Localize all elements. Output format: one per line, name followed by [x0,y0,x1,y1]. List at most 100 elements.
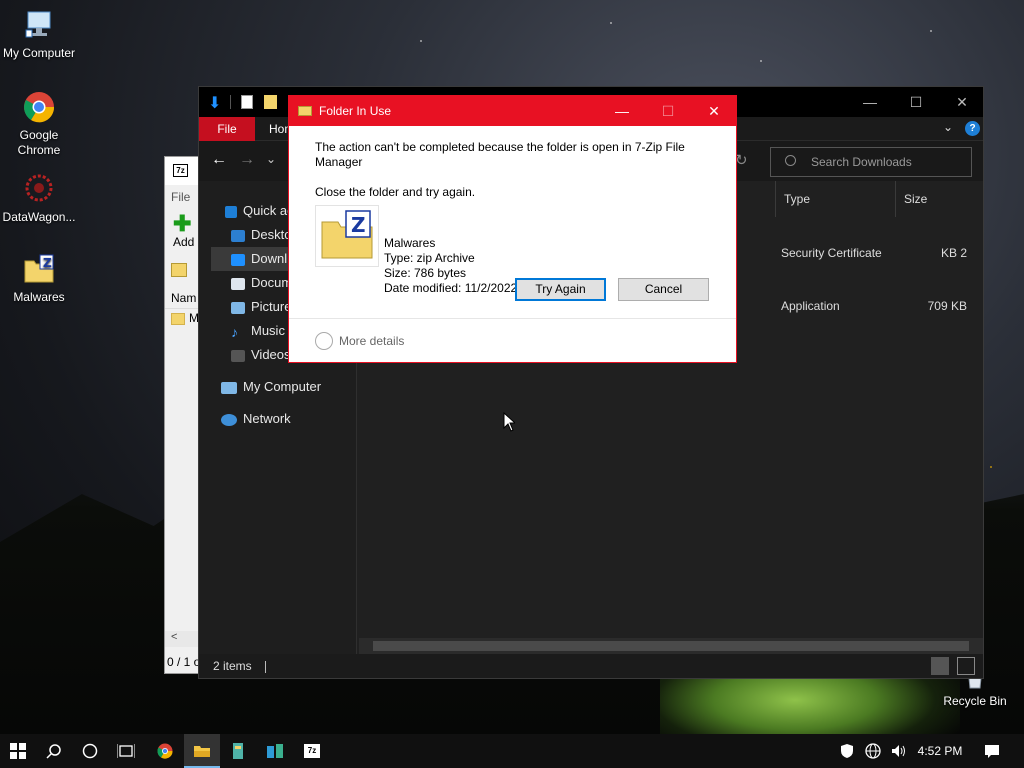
7zip-app-icon: 7z [173,164,188,177]
horizontal-scrollbar[interactable] [359,638,983,654]
shield-icon [841,744,853,758]
nav-label: My Computer [243,379,322,394]
datawagon-icon [22,172,56,206]
row-2-size[interactable]: 709 KB [919,299,967,313]
nav-item-music[interactable]: ♪ Music [231,319,285,343]
nav-item-desktop[interactable]: Deskto [231,223,291,247]
task-view-button[interactable] [108,734,144,768]
speaker-icon [892,745,905,757]
large-icons-view-icon[interactable] [957,657,975,675]
tray-security-icon[interactable] [832,734,862,768]
dialog-instruction: Close the folder and try again. [315,185,476,199]
maximize-button: ☐ [661,103,675,119]
close-button[interactable]: ✕ [939,87,985,117]
7zip-status: 0 / 1 o [167,655,201,669]
nav-item-videos[interactable]: Videos [231,343,291,367]
nav-item-network[interactable]: Network [221,407,291,431]
chrome-icon [22,90,56,124]
help-icon[interactable]: ? [965,121,980,136]
chevron-down-icon[interactable] [315,332,333,350]
close-button[interactable]: ✕ [691,96,737,126]
plus-icon: ✚ [173,211,192,236]
dialog-title-bar: Folder In Use — ☐ ✕ [289,96,736,126]
scroll-left-icon[interactable]: < [171,631,177,643]
desktop-icon-my-computer[interactable]: My Computer [1,8,77,61]
details-view-icon[interactable] [931,657,949,675]
star-icon [225,205,237,218]
desktop-icon-google-chrome[interactable]: Google Chrome [1,90,77,158]
action-center-button[interactable] [976,734,1008,768]
zip-folder-icon: Z [321,210,373,259]
maximize-button[interactable]: ☐ [893,87,939,117]
zip-folder-icon: Z [22,252,56,286]
tray-volume-icon[interactable] [885,734,911,768]
tray-network-icon[interactable] [860,734,886,768]
nav-item-pictures[interactable]: Picture [231,295,291,319]
taskbar-clock[interactable]: 4:52 PM [912,734,968,768]
folder-in-use-dialog[interactable]: Folder In Use — ☐ ✕ The action can't be … [288,95,737,363]
cancel-button[interactable]: Cancel [618,278,709,301]
row-2-type[interactable]: Application [781,299,840,313]
file-type: Type: zip Archive [384,251,475,265]
taskbar-7zip[interactable]: 7z [294,734,330,768]
desktop-icon [231,229,245,242]
documents-icon [231,277,245,290]
item-count: 2 items [213,659,252,673]
7zip-add-button[interactable]: ✚ Add [173,211,194,250]
new-folder-icon[interactable] [264,95,277,109]
globe-icon [865,743,881,759]
column-size[interactable]: Size [895,181,975,217]
download-arrow-icon[interactable]: ⬇ [208,93,221,113]
taskbar-chrome[interactable] [147,734,183,768]
row-1-type[interactable]: Security Certificate [781,246,882,260]
desktop-icon-datawagon[interactable]: DataWagon... [1,172,77,225]
desktop-icon-label: Malwares [13,290,65,304]
nav-item-quick-access[interactable]: Quick ac [225,199,294,223]
ribbon-expand-icon[interactable]: ⌄ [943,120,953,134]
folder-icon [171,313,185,325]
scrollbar-thumb[interactable] [373,641,969,651]
svg-text:Z: Z [43,256,52,270]
task-view-icon [117,744,135,758]
back-arrow-icon[interactable]: ← [211,151,227,169]
taskbar-app-1[interactable] [220,734,256,768]
dialog-body: The action can't be completed because th… [289,126,736,295]
recent-locations-icon[interactable]: ⌄ [266,152,276,166]
search-placeholder: Search Downloads [811,155,912,169]
nav-item-my-computer[interactable]: My Computer [221,375,321,399]
nav-item-documents[interactable]: Docum [231,271,292,295]
row-1-size[interactable]: 2 KB [937,246,967,260]
desktop-icon-label: Google Chrome [17,128,61,157]
star [930,30,932,32]
status-bar: 2 items [199,654,983,678]
search-icon [46,744,61,759]
minimize-button[interactable]: — [847,87,893,117]
start-button[interactable] [0,734,36,768]
app-icon [233,743,243,759]
star [420,40,422,42]
music-icon: ♪ [231,323,238,340]
properties-icon[interactable] [241,95,253,109]
svg-text:Z: Z [351,213,366,237]
more-details-link[interactable]: More details [339,334,404,348]
try-again-button[interactable]: Try Again [515,278,606,301]
minimize-button[interactable]: — [599,96,645,126]
search-input[interactable]: Search Downloads [770,147,972,177]
dialog-message: The action can't be completed because th… [315,140,685,169]
taskbar-app-2[interactable] [257,734,293,768]
nav-label: Network [243,411,291,426]
dialog-footer: More details [289,318,736,362]
taskbar-file-explorer[interactable] [184,734,220,768]
cortana-button[interactable] [72,734,108,768]
nav-label: Downl [251,251,288,266]
dialog-title: Folder In Use [319,104,392,118]
downloads-icon [231,253,245,266]
forward-arrow-icon[interactable]: → [239,151,255,169]
tab-file[interactable]: File [199,117,255,141]
column-type[interactable]: Type [775,181,895,217]
desktop-icon-malwares[interactable]: Z Malwares [1,252,77,305]
file-explorer-icon [194,745,210,757]
folder-up-icon[interactable] [171,263,187,277]
desktop-icon-label: My Computer [2,46,76,60]
search-button[interactable] [36,734,72,768]
